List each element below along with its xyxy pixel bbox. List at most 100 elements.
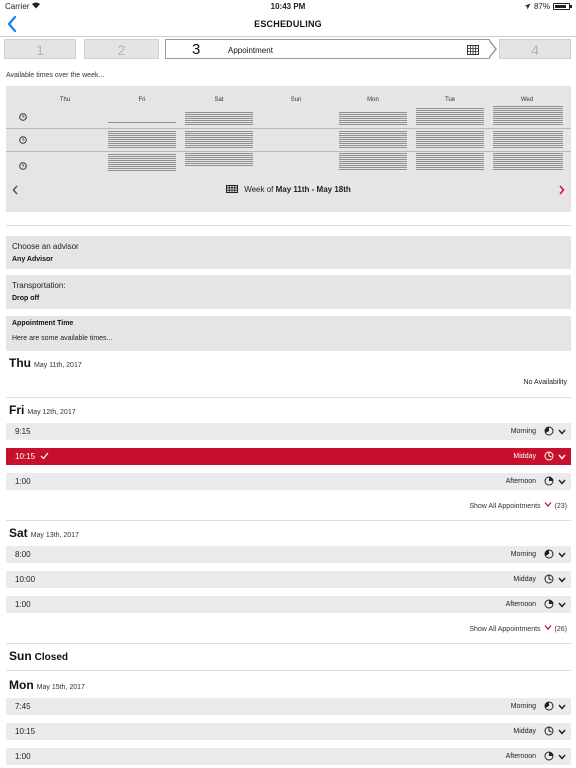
availability-bar-mon[interactable] xyxy=(339,112,407,126)
navigation-bar: ESCHEDULING xyxy=(0,13,576,37)
appointment-time-label: Appointment Time xyxy=(12,320,74,327)
availability-bar-tue[interactable] xyxy=(416,131,484,149)
appointment-count: (26) xyxy=(554,626,567,633)
show-all-label: Show All Appointments xyxy=(469,503,541,510)
checkmark-icon xyxy=(40,452,49,460)
chevron-down-icon xyxy=(544,502,552,507)
chevron-down-icon xyxy=(558,552,566,558)
morning-clock-icon xyxy=(544,426,554,436)
week-range-label: Week of May 11th - May 18th xyxy=(6,185,571,194)
transportation-label: Transportation: xyxy=(12,281,66,290)
availability-bar-wed[interactable] xyxy=(493,153,563,170)
midday-clock-icon xyxy=(544,726,554,736)
time-slot-row-selected[interactable]: 10:15 Midday xyxy=(6,448,571,465)
time-slot-time: 1:00 xyxy=(15,752,31,761)
next-week-chevron-icon[interactable] xyxy=(559,185,565,195)
step-4[interactable]: 4 xyxy=(499,39,571,59)
availability-caption: Available times over the week... xyxy=(6,72,105,79)
day-divider xyxy=(6,397,571,398)
appointment-time-header: Appointment Time Here are some available… xyxy=(6,316,571,351)
week-of-prefix: Week of xyxy=(244,185,274,194)
week-day-header: Sun xyxy=(290,97,302,103)
time-slot-row[interactable]: 7:45 Morning xyxy=(6,698,571,715)
step-3-appointment[interactable]: 3 Appointment xyxy=(165,39,490,59)
afternoon-clock-icon xyxy=(544,599,554,609)
day-divider xyxy=(6,520,571,521)
week-availability-grid: Thu Fri Sat Sun Mon Tue Wed Week of May … xyxy=(6,86,571,212)
chevron-down-icon xyxy=(544,625,552,630)
status-right: 87% xyxy=(524,2,572,11)
advisor-selector[interactable]: Choose an advisor Any Advisor xyxy=(6,236,571,269)
day-divider xyxy=(6,670,571,671)
time-slot-period: Midday xyxy=(513,453,536,460)
availability-bar-tue[interactable] xyxy=(416,153,484,170)
chevron-down-icon xyxy=(558,479,566,485)
step-2[interactable]: 2 xyxy=(84,39,159,59)
availability-bar-fri[interactable] xyxy=(108,131,176,149)
availability-bar-wed[interactable] xyxy=(493,131,563,149)
availability-bar-tue[interactable] xyxy=(416,108,484,126)
battery-fill xyxy=(555,5,566,8)
clock-icon xyxy=(19,136,27,144)
day-divider xyxy=(6,643,571,644)
availability-bar-mon[interactable] xyxy=(339,131,407,149)
day-name: Mon xyxy=(9,678,34,692)
step-1[interactable]: 1 xyxy=(4,39,76,59)
transportation-value: Drop off xyxy=(12,295,40,302)
status-bar: Carrier 10:43 PM 87% xyxy=(0,0,576,13)
chevron-down-icon xyxy=(558,602,566,608)
chevron-down-icon xyxy=(558,577,566,583)
availability-bar-sat[interactable] xyxy=(185,112,253,125)
week-day-header: Fri xyxy=(138,97,146,103)
time-slot-period: Midday xyxy=(513,728,536,735)
availability-bar-mon[interactable] xyxy=(339,153,407,170)
chevron-down-icon xyxy=(558,429,566,435)
time-slot-period: Midday xyxy=(513,576,536,583)
time-slot-row[interactable]: 1:00 Afternoon xyxy=(6,473,571,490)
time-slot-row[interactable]: 1:00 Afternoon xyxy=(6,748,571,765)
time-slot-row[interactable]: 10:15 Midday xyxy=(6,723,571,740)
afternoon-clock-icon xyxy=(544,751,554,761)
time-slot-period: Afternoon xyxy=(505,753,536,760)
day-date: May 15th, 2017 xyxy=(36,684,85,691)
time-slot-row[interactable]: 9:15 Morning xyxy=(6,423,571,440)
step-4-number: 4 xyxy=(531,42,539,58)
time-slot-period: Afternoon xyxy=(505,478,536,485)
time-slot-period: Afternoon xyxy=(505,601,536,608)
step-progress: 1 2 3 Appointment 4 xyxy=(0,39,576,60)
day-heading-sun: Sun Closed xyxy=(9,649,68,663)
show-all-appointments-sat[interactable]: Show All Appointments (26) xyxy=(469,625,567,633)
time-slot-time: 1:00 xyxy=(15,600,31,609)
step-3-number: 3 xyxy=(192,41,201,58)
step-2-number: 2 xyxy=(117,42,126,58)
availability-bar-fri[interactable] xyxy=(108,122,176,124)
clock-time: 10:43 PM xyxy=(270,2,306,11)
time-slot-row[interactable]: 8:00 Morning xyxy=(6,546,571,563)
battery-icon xyxy=(553,3,572,10)
time-slot-time: 9:15 xyxy=(15,427,31,436)
no-availability-note: No Availability xyxy=(523,379,567,386)
step-1-number: 1 xyxy=(36,42,44,58)
time-slot-row[interactable]: 10:00 Midday xyxy=(6,571,571,588)
show-all-label: Show All Appointments xyxy=(469,626,541,633)
availability-bar-fri[interactable] xyxy=(108,154,176,171)
availability-bar-wed[interactable] xyxy=(493,106,563,126)
week-day-header: Mon xyxy=(367,97,379,103)
location-arrow-icon xyxy=(524,3,531,10)
closed-label: Closed xyxy=(34,652,69,663)
calendar-grid-icon xyxy=(226,185,239,193)
advisor-label: Choose an advisor xyxy=(12,242,79,251)
calendar-grid-icon xyxy=(467,45,479,55)
time-slot-row[interactable]: 1:00 Afternoon xyxy=(6,596,571,613)
chevron-down-icon xyxy=(558,454,566,460)
appointment-count: (23) xyxy=(554,503,567,510)
week-range: May 11th - May 18th xyxy=(275,185,351,194)
step-arrow-inner xyxy=(488,40,495,58)
day-heading-sat: Sat May 13th, 2017 xyxy=(9,526,79,540)
grid-row-divider xyxy=(6,128,571,129)
availability-bar-sat[interactable] xyxy=(185,153,253,167)
show-all-appointments-fri[interactable]: Show All Appointments (23) xyxy=(469,502,567,510)
week-day-header: Tue xyxy=(444,97,456,103)
transportation-selector[interactable]: Transportation: Drop off xyxy=(6,275,571,309)
availability-bar-sat[interactable] xyxy=(185,131,253,149)
